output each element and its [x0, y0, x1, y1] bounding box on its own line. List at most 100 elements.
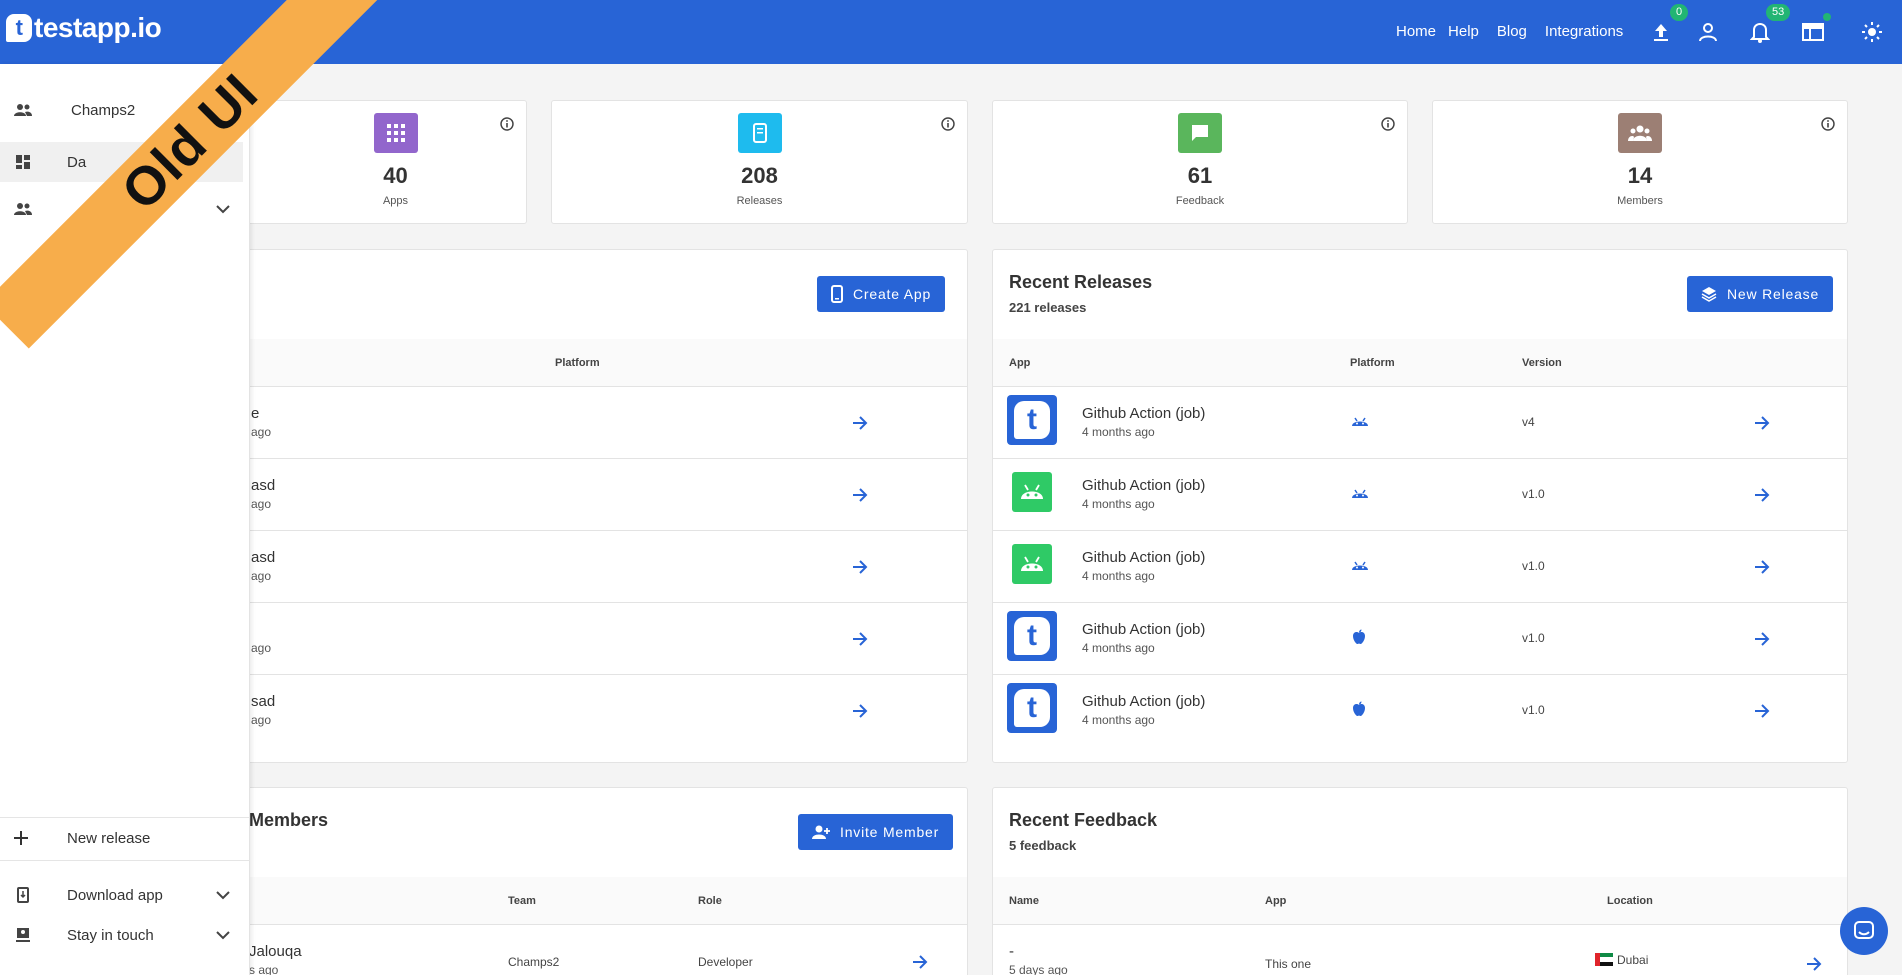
chevron-down-icon[interactable] [216, 927, 230, 944]
arrow-right-icon[interactable] [851, 414, 869, 437]
releases-table-header: App Platform Version [993, 339, 1847, 387]
recent-feedback-panel: Recent Feedback 5 feedback Name App Loca… [992, 787, 1848, 975]
col-platform: Platform [1350, 357, 1395, 369]
stat-label: Releases [736, 195, 783, 207]
chevron-down-icon[interactable] [216, 201, 230, 218]
invite-member-button[interactable]: Invite Member [798, 814, 954, 850]
stat-card-feedback[interactable]: 61 Feedback [992, 100, 1408, 224]
col-team: Team [508, 895, 536, 907]
members-icon [1618, 113, 1662, 153]
stay-in-touch-item[interactable]: Stay in touch [0, 915, 250, 955]
member-team: Champs2 [508, 955, 560, 969]
app-time: ago [251, 497, 272, 511]
logo-text: testapp.io [34, 12, 162, 43]
app-name: e [251, 405, 260, 422]
uae-flag-icon [1595, 953, 1613, 966]
member-name: Jalouqa [249, 943, 302, 960]
apple-icon [1352, 701, 1366, 720]
changelog-icon[interactable] [1801, 20, 1825, 44]
logo[interactable]: t testapp.io [6, 12, 162, 44]
create-app-button[interactable]: Create App [817, 276, 946, 312]
arrow-right-icon[interactable] [851, 558, 869, 581]
release-version: v1.0 [1522, 487, 1545, 501]
app-name: asd [251, 549, 276, 566]
changelog-dot [1823, 13, 1831, 21]
arrow-right-icon[interactable] [1805, 955, 1823, 975]
chat-button[interactable] [1840, 907, 1888, 955]
table-row[interactable]: Github Action (job) 4 months ago v1.0 [993, 459, 1847, 531]
stat-card-members[interactable]: 14 Members [1432, 100, 1848, 224]
create-app-label: Create App [853, 286, 932, 302]
table-row[interactable]: t Github Action (job) 4 months ago v1.0 [993, 603, 1847, 675]
col-role: Role [698, 895, 722, 907]
release-time: 4 months ago [1082, 425, 1155, 439]
members-title: Members [249, 810, 329, 830]
col-platform: Platform [555, 357, 600, 369]
new-release-label: New release [67, 829, 151, 847]
app-time: ago [251, 641, 272, 655]
theme-toggle-icon[interactable] [1860, 20, 1884, 44]
testapp-icon: t [1007, 683, 1057, 733]
chevron-down-icon[interactable] [216, 887, 230, 904]
testapp-icon: t [1007, 611, 1057, 661]
member-role: Developer [698, 955, 753, 969]
stat-value: 40 [383, 163, 408, 188]
info-icon[interactable] [500, 117, 514, 136]
logo-mark: t [6, 14, 32, 42]
release-version: v1.0 [1522, 631, 1545, 645]
feedback-count: 5 feedback [1009, 838, 1077, 853]
member-time: s ago [249, 963, 279, 975]
arrow-right-icon[interactable] [851, 702, 869, 725]
contact-icon [14, 926, 32, 944]
arrow-right-icon[interactable] [851, 630, 869, 653]
col-location: Location [1607, 895, 1653, 907]
arrow-right-icon[interactable] [1753, 630, 1771, 653]
download-app-item[interactable]: Download app [0, 875, 250, 915]
info-icon[interactable] [1821, 117, 1835, 136]
chat-icon [1854, 921, 1874, 939]
nav-help[interactable]: Help [1448, 23, 1479, 40]
top-nav: Home Help Blog Integrations [1396, 23, 1635, 40]
arrow-right-icon[interactable] [1753, 558, 1771, 581]
info-icon[interactable] [941, 117, 955, 136]
arrow-right-icon[interactable] [1753, 414, 1771, 437]
nav-blog[interactable]: Blog [1497, 23, 1527, 40]
table-row[interactable]: Github Action (job) 4 months ago v1.0 [993, 531, 1847, 603]
new-release-label: New Release [1727, 286, 1820, 302]
upload-badge: 0 [1670, 4, 1689, 21]
nav-integrations[interactable]: Integrations [1545, 23, 1623, 40]
stat-label: Apps [382, 195, 409, 207]
new-release-link[interactable]: New release [0, 818, 250, 858]
android-icon [1351, 559, 1369, 574]
table-row[interactable]: t Github Action (job) 4 months ago v4 [993, 387, 1847, 459]
stat-label: Members [1617, 195, 1663, 207]
arrow-right-icon[interactable] [1753, 702, 1771, 725]
apps-icon [373, 113, 418, 153]
new-release-button[interactable]: New Release [1687, 276, 1834, 312]
table-row[interactable]: - 5 days ago This one Dubai [993, 925, 1847, 975]
team-name: Champs2 [71, 101, 136, 119]
nav-home[interactable]: Home [1396, 23, 1436, 40]
android-icon [1351, 487, 1369, 502]
notification-badge: 53 [1766, 4, 1791, 21]
feedback-location: Dubai [1617, 953, 1649, 967]
releases-title: Recent Releases [1009, 272, 1153, 292]
sidebar-divider [0, 860, 250, 861]
table-row[interactable]: t Github Action (job) 4 months ago v1.0 [993, 675, 1847, 747]
stay-in-touch-label: Stay in touch [67, 926, 154, 944]
arrow-right-icon[interactable] [1753, 486, 1771, 509]
bell-icon[interactable] [1748, 20, 1772, 44]
col-version: Version [1522, 357, 1562, 369]
release-app-name: Github Action (job) [1082, 477, 1206, 494]
app-time: ago [251, 569, 272, 583]
arrow-right-icon[interactable] [911, 953, 929, 975]
stat-value: 208 [741, 163, 778, 188]
release-time: 4 months ago [1082, 497, 1155, 511]
arrow-right-icon[interactable] [851, 486, 869, 509]
col-app: App [1265, 895, 1287, 907]
stat-label: Feedback [1175, 195, 1225, 207]
info-icon[interactable] [1381, 117, 1395, 136]
upload-icon[interactable] [1649, 20, 1673, 44]
user-icon[interactable] [1696, 20, 1720, 44]
stat-card-releases[interactable]: 208 Releases [551, 100, 968, 224]
